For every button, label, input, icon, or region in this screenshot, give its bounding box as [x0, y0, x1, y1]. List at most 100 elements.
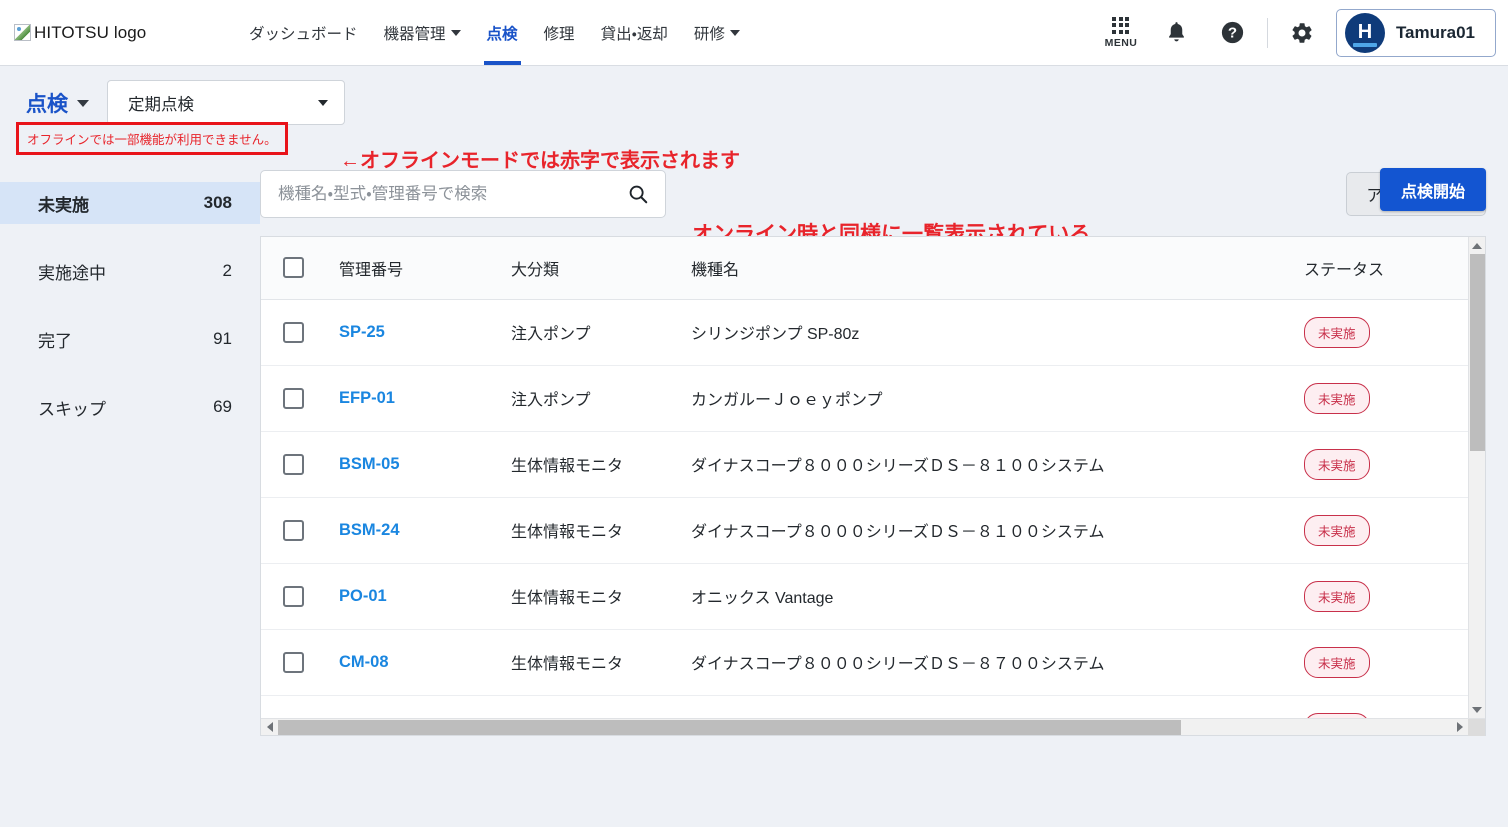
- nav-item-inspection[interactable]: 点検: [474, 0, 531, 65]
- row-category-cell: 注入ポンプ: [503, 695, 683, 718]
- horizontal-scroll-thumb[interactable]: [278, 720, 1182, 735]
- row-checkbox[interactable]: [283, 321, 304, 343]
- row-checkbox[interactable]: [283, 651, 304, 673]
- main-navigation: ダッシュボード 機器管理 点検 修理 貸出・返却 研修: [236, 0, 753, 65]
- search-input[interactable]: [278, 184, 627, 204]
- horizontal-scroll-track[interactable]: [278, 719, 1451, 735]
- vertical-scroll-thumb[interactable]: [1470, 254, 1485, 451]
- row-status-cell: 未実施: [1288, 431, 1468, 498]
- row-checkbox[interactable]: [283, 453, 304, 475]
- row-select-cell: [261, 299, 323, 366]
- row-model-cell: オニックス Vantage: [683, 563, 1288, 630]
- mgmt-no-link[interactable]: PO-01: [339, 587, 387, 605]
- nav-item-repair[interactable]: 修理: [531, 0, 588, 65]
- app-header: HITOTSU logo ダッシュボード 機器管理 点検 修理 貸出・返却 研修…: [0, 0, 1508, 66]
- chevron-down-icon: [729, 29, 740, 36]
- search-icon[interactable]: [627, 183, 649, 205]
- table-header-model[interactable]: 機種名: [683, 237, 1288, 300]
- mgmt-no-link[interactable]: CM-08: [339, 653, 389, 671]
- scroll-left-button[interactable]: [261, 719, 278, 736]
- row-select-cell: [261, 497, 323, 564]
- mgmt-no-link[interactable]: SP-25: [339, 323, 385, 341]
- scroll-up-button[interactable]: [1469, 237, 1486, 254]
- sidebar-item-completed[interactable]: 完了 91: [0, 318, 260, 360]
- nav-label-equipment: 機器管理: [383, 25, 446, 43]
- bell-icon[interactable]: [1149, 9, 1205, 57]
- apps-grid-icon[interactable]: MENU: [1093, 9, 1149, 57]
- vertical-scrollbar[interactable]: [1468, 237, 1485, 718]
- row-select-cell: [261, 629, 323, 696]
- sidebar-label-skipped: スキップ: [38, 399, 106, 419]
- select-all-checkbox[interactable]: [283, 257, 304, 279]
- sidebar-label-completed: 完了: [38, 331, 72, 351]
- row-checkbox[interactable]: [283, 585, 304, 607]
- status-badge: 未実施: [1304, 646, 1370, 678]
- inspection-type-value: 定期点検: [128, 95, 194, 114]
- row-model-cell: カンガルーＪｏｅｙポンプ: [683, 365, 1288, 432]
- table-row[interactable]: IP-03 注入ポンプ JMS輸液ポンプ OT-888 未実施: [261, 695, 1468, 718]
- row-status-cell: 未実施: [1288, 629, 1468, 696]
- page-title[interactable]: 点検: [26, 80, 89, 118]
- table-row[interactable]: PO-01 生体情報モニタ オニックス Vantage 未実施: [261, 563, 1468, 630]
- row-mgmt-no-cell: PO-01: [323, 563, 503, 630]
- sidebar-count-in-progress: 2: [222, 261, 232, 280]
- mgmt-no-link[interactable]: BSM-24: [339, 521, 400, 539]
- avatar-initial: H: [1357, 21, 1373, 43]
- brand-logo[interactable]: HITOTSU logo: [14, 23, 224, 43]
- mgmt-no-link[interactable]: BSM-05: [339, 455, 400, 473]
- horizontal-scrollbar[interactable]: [261, 718, 1485, 736]
- table-scroll-region: 管理番号 大分類 機種名 ステータス SP-25 注入ポンプ シリンジポンプ S…: [261, 237, 1485, 718]
- start-inspection-button[interactable]: 点検開始: [1380, 168, 1486, 211]
- page-body: 未実施 308 実施途中 2 完了 91 スキップ 69 アクシ: [0, 152, 1508, 777]
- user-menu[interactable]: H Tamura01: [1335, 8, 1496, 57]
- inspection-type-select[interactable]: 定期点検: [107, 80, 345, 125]
- vertical-scroll-track[interactable]: [1469, 254, 1485, 701]
- triangle-right-icon: [1456, 722, 1463, 732]
- sidebar-item-not-implemented[interactable]: 未実施 308: [0, 182, 260, 224]
- search-box[interactable]: [260, 170, 666, 218]
- row-status-cell: 未実施: [1288, 299, 1468, 366]
- status-filter-sidebar: 未実施 308 実施途中 2 完了 91 スキップ 69: [0, 152, 260, 777]
- nav-item-training[interactable]: 研修: [681, 0, 753, 65]
- sidebar-item-in-progress[interactable]: 実施途中 2: [0, 250, 260, 292]
- nav-label-training: 研修: [693, 25, 725, 43]
- scroll-right-button[interactable]: [1451, 719, 1468, 736]
- row-checkbox[interactable]: [283, 519, 304, 541]
- nav-item-lending[interactable]: 貸出・返却: [588, 0, 681, 65]
- row-checkbox[interactable]: [283, 387, 304, 409]
- question-circle-icon[interactable]: ?: [1205, 9, 1261, 57]
- row-select-cell: [261, 431, 323, 498]
- table-row[interactable]: BSM-05 生体情報モニタ ダイナスコープ８０００シリーズＤＳ－８１００システ…: [261, 431, 1468, 498]
- gear-icon[interactable]: [1274, 9, 1330, 57]
- row-category-cell: 生体情報モニタ: [503, 431, 683, 498]
- row-mgmt-no-cell: IP-03: [323, 695, 503, 718]
- table-row[interactable]: CM-08 生体情報モニタ ダイナスコープ８０００シリーズＤＳ－８７００システム…: [261, 629, 1468, 696]
- table-row[interactable]: SP-25 注入ポンプ シリンジポンプ SP-80z 未実施: [261, 299, 1468, 366]
- logo-alt-text: HITOTSU logo: [34, 22, 147, 42]
- status-badge: 未実施: [1304, 514, 1370, 546]
- sidebar-label-not-implemented: 未実施: [38, 195, 89, 215]
- list-toolbar: アクション: [260, 166, 1486, 222]
- table-row[interactable]: BSM-24 生体情報モニタ ダイナスコープ８０００シリーズＤＳ－８１００システ…: [261, 497, 1468, 564]
- status-badge: 未実施: [1304, 382, 1370, 414]
- row-mgmt-no-cell: CM-08: [323, 629, 503, 696]
- sidebar-item-skipped[interactable]: スキップ 69: [0, 386, 260, 428]
- table-header-status[interactable]: ステータス: [1288, 237, 1468, 300]
- inspection-table-panel: 管理番号 大分類 機種名 ステータス SP-25 注入ポンプ シリンジポンプ S…: [260, 236, 1486, 736]
- scroll-down-button[interactable]: [1469, 701, 1486, 718]
- table-header-mgmt-no[interactable]: 管理番号: [323, 237, 503, 300]
- row-mgmt-no-cell: SP-25: [323, 299, 503, 366]
- avatar: H: [1344, 12, 1385, 53]
- table-header-category[interactable]: 大分類: [503, 237, 683, 300]
- row-mgmt-no-cell: BSM-24: [323, 497, 503, 564]
- nav-item-equipment[interactable]: 機器管理: [371, 0, 474, 65]
- status-badge: 未実施: [1304, 580, 1370, 612]
- mgmt-no-link[interactable]: EFP-01: [339, 389, 395, 407]
- row-status-cell: 未実施: [1288, 497, 1468, 564]
- nav-item-dashboard[interactable]: ダッシュボード: [236, 0, 371, 65]
- chevron-down-icon: [318, 99, 328, 106]
- table-row[interactable]: EFP-01 注入ポンプ カンガルーＪｏｅｙポンプ 未実施: [261, 365, 1468, 432]
- row-model-cell: JMS輸液ポンプ OT-888: [683, 695, 1288, 718]
- status-badge: 未実施: [1304, 316, 1370, 348]
- table-header-select-all: [261, 237, 323, 300]
